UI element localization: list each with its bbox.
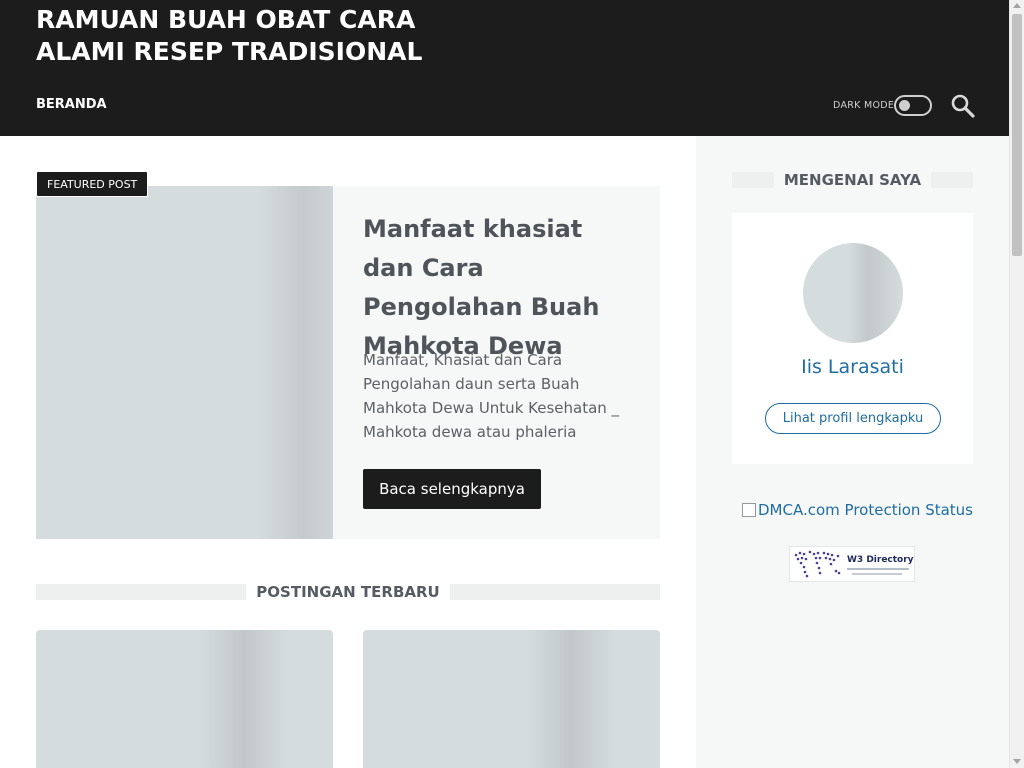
heading-line-right [931, 172, 974, 188]
avatar[interactable] [803, 243, 903, 343]
site-header: RAMUAN BUAH OBAT CARA ALAMI RESEP TRADIS… [0, 0, 1009, 136]
w3-directory-title: W3 Directory [847, 555, 914, 565]
dark-mode-label: DARK MODE [833, 100, 895, 111]
heading-line-left [732, 172, 774, 188]
world-map-icon [794, 550, 841, 578]
featured-post-image[interactable] [36, 186, 333, 539]
heading-line-right [449, 584, 661, 600]
w3-directory-tagline [847, 568, 909, 570]
recent-posts-heading: POSTINGAN TERBARU [36, 583, 661, 601]
scroll-down-arrow-icon[interactable] [1013, 759, 1021, 764]
about-heading: MENGENAI SAYA [732, 171, 974, 189]
site-title[interactable]: RAMUAN BUAH OBAT CARA ALAMI RESEP TRADIS… [36, 4, 436, 68]
search-icon[interactable] [950, 93, 976, 119]
about-title: MENGENAI SAYA [783, 171, 922, 189]
profile-card: Iis Larasati Lihat profil lengkapku [732, 213, 973, 464]
post-card-thumbnail[interactable] [363, 630, 660, 768]
featured-post-excerpt: Manfaat, Khasiat dan Cara Pengolahan dau… [363, 351, 620, 441]
post-card-thumbnail[interactable] [36, 630, 333, 768]
toggle-knob [899, 100, 910, 111]
scrollbar-thumb[interactable] [1012, 14, 1022, 256]
profile-name[interactable]: Iis Larasati [732, 356, 973, 378]
read-more-button[interactable]: Baca selengkapnya [363, 469, 541, 509]
heading-line-left [36, 584, 247, 600]
nav-item-beranda[interactable]: BERANDA [36, 97, 107, 112]
featured-post-badge: FEATURED POST [36, 171, 149, 197]
dmca-alt-text: DMCA.com Protection Status [758, 501, 973, 519]
broken-image-icon [742, 503, 756, 517]
scrollbar[interactable] [1009, 0, 1024, 768]
view-profile-button[interactable]: Lihat profil lengkapku [765, 403, 941, 434]
dmca-badge-link[interactable]: DMCA.com Protection Status [742, 501, 973, 519]
scroll-up-arrow-icon[interactable] [1013, 3, 1021, 8]
dark-mode-toggle[interactable] [894, 95, 932, 116]
recent-posts-title: POSTINGAN TERBARU [256, 583, 440, 601]
w3-directory-badge[interactable]: W3 Directory [789, 546, 915, 582]
featured-post-title[interactable]: Manfaat khasiat dan Cara Pengolahan Buah… [363, 210, 633, 366]
featured-post: Manfaat khasiat dan Cara Pengolahan Buah… [36, 186, 660, 539]
w3-directory-tagline [852, 573, 902, 575]
